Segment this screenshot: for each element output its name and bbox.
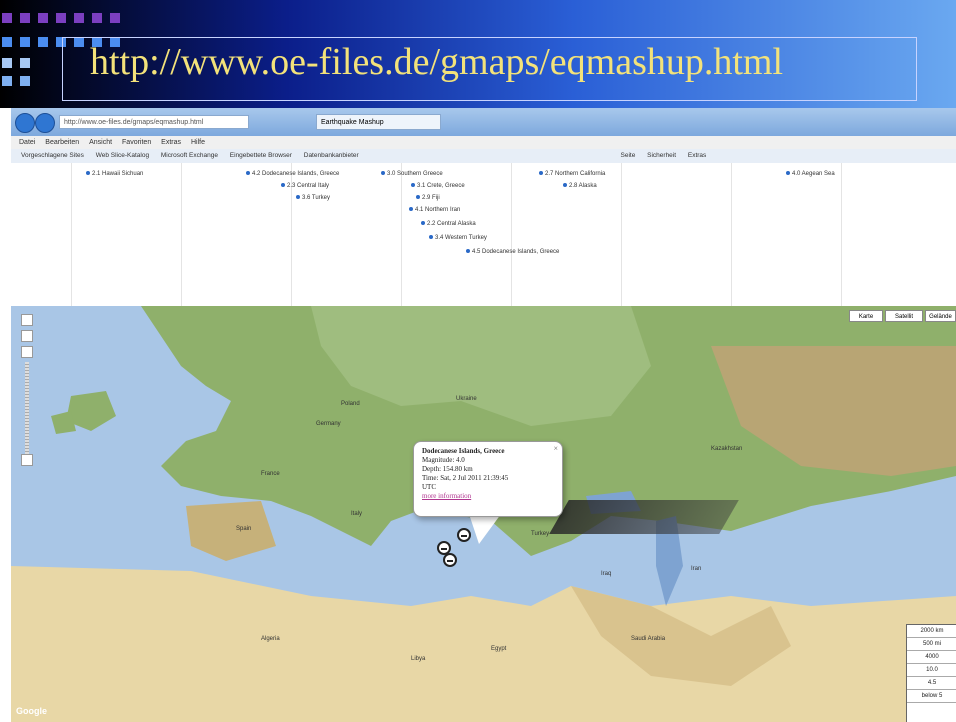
- legend-row: 2000 km: [907, 625, 956, 638]
- popup-depth: Depth: 154.80 km: [422, 465, 473, 473]
- timeline-event[interactable]: 2.7 Northern California: [539, 171, 605, 177]
- toolbar-item[interactable]: Seite: [621, 152, 636, 159]
- favorites-bar: Vorgeschlagene Sites Web Slice-Katalog M…: [11, 149, 956, 163]
- earthquake-marker-icon[interactable]: [457, 528, 471, 542]
- legend-box: 2000 km 500 mi 4000 10.0 4.5 below 5: [906, 624, 956, 722]
- favorite-link[interactable]: Eingebettete Browser: [230, 152, 292, 159]
- popup-title: Dodecanese Islands, Greece: [422, 447, 505, 455]
- map-label: Iran: [691, 566, 702, 572]
- earthquake-marker-icon[interactable]: [443, 553, 457, 567]
- map-label: Spain: [236, 526, 252, 532]
- back-icon[interactable]: [15, 113, 35, 133]
- menu-item[interactable]: Datei: [19, 139, 35, 146]
- menu-item[interactable]: Hilfe: [191, 139, 205, 146]
- zoom-in-icon[interactable]: [21, 346, 33, 358]
- timeline-event[interactable]: 2.9 Fiji: [416, 195, 440, 201]
- browser-tab[interactable]: Earthquake Mashup: [316, 114, 441, 130]
- toolbar-item[interactable]: Extras: [688, 152, 706, 159]
- legend-row: 4000: [907, 651, 956, 664]
- menu-item[interactable]: Extras: [161, 139, 181, 146]
- slide-title: http://www.oe-files.de/gmaps/eqmashup.ht…: [90, 41, 784, 83]
- favorite-link[interactable]: Datenbankanbieter: [304, 152, 359, 159]
- more-info-link[interactable]: more information: [422, 492, 554, 501]
- map-label: Libya: [411, 656, 426, 662]
- timeline-event[interactable]: 4.5 Dodecanese Islands, Greece: [466, 249, 559, 255]
- map-label: Saudi Arabia: [631, 636, 666, 642]
- legend-row: 10.0: [907, 664, 956, 677]
- browser-screenshot: http://www.oe-files.de/gmaps/eqmashup.ht…: [11, 108, 956, 722]
- maptype-button[interactable]: Satellit: [885, 310, 923, 322]
- menu-item[interactable]: Favoriten: [122, 139, 151, 146]
- favorite-link[interactable]: Web Slice-Katalog: [96, 152, 149, 159]
- map-label: Germany: [316, 421, 341, 427]
- map-label: Poland: [341, 401, 360, 407]
- menu-item[interactable]: Ansicht: [89, 139, 112, 146]
- pan-icon[interactable]: [21, 330, 33, 342]
- timeline-event[interactable]: 2.2 Central Alaska: [421, 221, 476, 227]
- popup-magnitude: Magnitude: 4.0: [422, 456, 465, 464]
- map-label: Egypt: [491, 646, 507, 652]
- forward-icon[interactable]: [35, 113, 55, 133]
- menu-item[interactable]: Bearbeiten: [45, 139, 79, 146]
- zoom-control[interactable]: [21, 314, 33, 466]
- maptype-button[interactable]: Gelände: [925, 310, 956, 322]
- zoom-out-icon[interactable]: [21, 454, 33, 466]
- close-icon[interactable]: ×: [553, 444, 558, 453]
- maptype-button[interactable]: Karte: [849, 310, 883, 322]
- favorite-link[interactable]: Vorgeschlagene Sites: [21, 152, 84, 159]
- menu-bar: Datei Bearbeiten Ansicht Favoriten Extra…: [11, 136, 956, 149]
- map-label: Iraq: [601, 571, 612, 577]
- popup-timezone: UTC: [422, 483, 436, 491]
- favorite-link[interactable]: Microsoft Exchange: [161, 152, 218, 159]
- timeline-event[interactable]: 2.3 Central Italy: [281, 183, 329, 189]
- timeline-event[interactable]: 4.0 Aegean Sea: [786, 171, 835, 177]
- address-bar[interactable]: http://www.oe-files.de/gmaps/eqmashup.ht…: [59, 115, 249, 129]
- timeline-event[interactable]: 3.4 Western Turkey: [429, 235, 487, 241]
- legend-row: below 5: [907, 690, 956, 703]
- map-label: France: [261, 471, 280, 477]
- map-label: Kazakhstan: [711, 446, 743, 452]
- popup-shadow: [549, 500, 739, 534]
- map-label: Italy: [351, 511, 363, 517]
- zoom-slider[interactable]: [25, 362, 29, 457]
- legend-row: 500 mi: [907, 638, 956, 651]
- timeline-event[interactable]: 2.1 Hawaii Sichuan: [86, 171, 143, 177]
- map-label: Algeria: [261, 636, 280, 642]
- timeline-event[interactable]: 3.6 Turkey: [296, 195, 330, 201]
- map-label: Turkey: [531, 531, 550, 537]
- google-logo: Google: [16, 706, 47, 716]
- map-label: Ukraine: [456, 396, 477, 402]
- timeline-event[interactable]: 3.0 Southern Greece: [381, 171, 443, 177]
- popup-tail: [469, 514, 501, 544]
- google-map[interactable]: Karte Satellit Gelände Kazakhstan Poland…: [11, 306, 956, 722]
- pan-icon[interactable]: [21, 314, 33, 326]
- timeline-event[interactable]: 3.1 Crete, Greece: [411, 183, 465, 189]
- info-window: × Dodecanese Islands, Greece Magnitude: …: [413, 441, 563, 517]
- timeline-event[interactable]: 4.1 Northern Iran: [409, 207, 460, 213]
- timeline-event[interactable]: 4.2 Dodecanese Islands, Greece: [246, 171, 339, 177]
- popup-time: Time: Sat, 2 Jul 2011 21:39:45: [422, 474, 509, 482]
- browser-titlebar: http://www.oe-files.de/gmaps/eqmashup.ht…: [11, 108, 956, 136]
- toolbar-item[interactable]: Sicherheit: [647, 152, 676, 159]
- timeline-event[interactable]: 2.8 Alaska: [563, 183, 597, 189]
- legend-row: 4.5: [907, 677, 956, 690]
